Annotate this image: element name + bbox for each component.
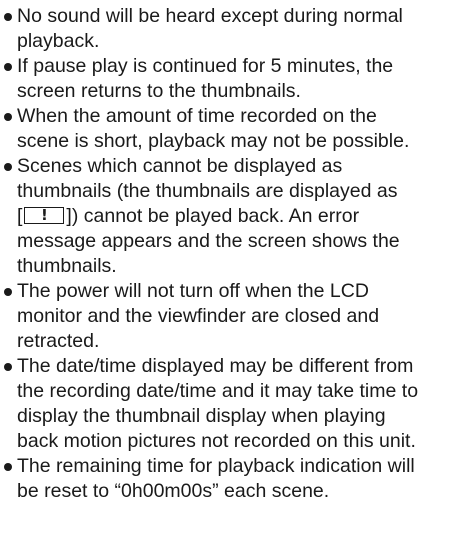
note-line: No sound will be heard except during nor… bbox=[17, 5, 403, 27]
note-line: playback. bbox=[17, 30, 100, 52]
bullet-icon bbox=[4, 163, 12, 171]
note-item: If pause play is continued for 5 minutes… bbox=[4, 54, 456, 104]
exclamation-icon: ! bbox=[41, 206, 48, 224]
note-item: The remaining time for playback indicati… bbox=[4, 454, 456, 504]
note-line: The power will not turn off when the LCD bbox=[17, 280, 369, 302]
notes-list: No sound will be heard except during nor… bbox=[4, 4, 456, 504]
bullet-icon bbox=[4, 463, 12, 471]
bullet-icon bbox=[4, 63, 12, 71]
icon-bracket-open: [ bbox=[17, 205, 23, 227]
icon-bracket-close-text: ]) cannot be played back. An error bbox=[66, 205, 360, 227]
note-item: No sound will be heard except during nor… bbox=[4, 4, 456, 54]
note-line: be reset to “0h00m00s” each scene. bbox=[17, 480, 330, 502]
note-line: monitor and the viewfinder are closed an… bbox=[17, 305, 380, 327]
note-line: message appears and the screen shows the bbox=[17, 230, 400, 252]
note-line: scene is short, playback may not be poss… bbox=[17, 130, 410, 152]
note-item: Scenes which cannot be displayed as thum… bbox=[4, 154, 456, 279]
unplayable-thumbnail-icon: ! bbox=[24, 206, 65, 224]
note-item: The power will not turn off when the LCD… bbox=[4, 279, 456, 354]
note-line: the recording date/time and it may take … bbox=[17, 380, 419, 402]
note-line: The remaining time for playback indicati… bbox=[17, 455, 415, 477]
bullet-icon bbox=[4, 13, 12, 21]
bullet-icon bbox=[4, 288, 12, 296]
note-line: When the amount of time recorded on the bbox=[17, 105, 377, 127]
bullet-icon bbox=[4, 363, 12, 371]
note-line-with-icon: [! ]) cannot be played back. An error bbox=[17, 204, 456, 229]
note-line: thumbnails (the thumbnails are displayed… bbox=[17, 180, 398, 202]
note-item: When the amount of time recorded on the … bbox=[4, 104, 456, 154]
note-line: screen returns to the thumbnails. bbox=[17, 80, 301, 102]
note-line: The date/time displayed may be different… bbox=[17, 355, 414, 377]
note-item: The date/time displayed may be different… bbox=[4, 354, 456, 454]
bullet-icon bbox=[4, 113, 12, 121]
note-line: Scenes which cannot be displayed as bbox=[17, 155, 343, 177]
note-line: retracted. bbox=[17, 330, 100, 352]
note-line: thumbnails. bbox=[17, 255, 117, 277]
note-line: back motion pictures not recorded on thi… bbox=[17, 430, 416, 452]
note-line: display the thumbnail display when playi… bbox=[17, 405, 386, 427]
note-line: If pause play is continued for 5 minutes… bbox=[17, 55, 394, 77]
